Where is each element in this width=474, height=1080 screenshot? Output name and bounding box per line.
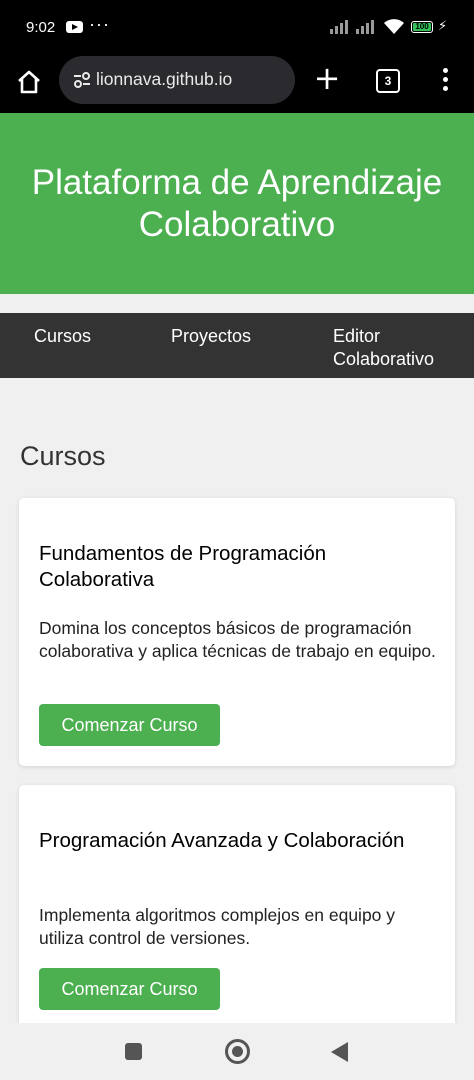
home-circle-icon[interactable] bbox=[225, 1039, 250, 1064]
course-card: Fundamentos de Programación Colaborativa… bbox=[19, 498, 455, 766]
course-title: Fundamentos de Programación Colaborativa bbox=[39, 542, 327, 591]
page-title: Plataforma de Aprendizaje Colaborativo bbox=[31, 162, 443, 244]
nav-link-editor-colaborativo[interactable]: Editor Colaborativo bbox=[333, 325, 453, 371]
start-course-button[interactable]: Comenzar Curso bbox=[39, 968, 220, 1010]
battery-icon: 100 bbox=[411, 21, 433, 33]
url-text: lionnava.github.io bbox=[96, 69, 233, 89]
tab-switcher-icon[interactable]: 3 bbox=[376, 69, 400, 93]
recents-square-icon[interactable] bbox=[125, 1043, 142, 1060]
status-bar: 9:02 ··· 100 ⚡ bbox=[0, 0, 474, 55]
course-description: Implementa algoritmos complejos en equip… bbox=[39, 905, 396, 948]
back-triangle-icon[interactable] bbox=[331, 1042, 348, 1062]
status-time: 9:02 bbox=[26, 19, 56, 36]
charging-icon: ⚡ bbox=[438, 18, 448, 33]
battery-level: 100 bbox=[413, 23, 431, 31]
signal-icon bbox=[356, 20, 374, 34]
overflow-menu-icon[interactable] bbox=[436, 68, 454, 94]
youtube-icon bbox=[66, 21, 83, 33]
site-nav: Cursos Proyectos Editor Colaborativo bbox=[0, 313, 474, 378]
start-course-button[interactable]: Comenzar Curso bbox=[39, 704, 220, 746]
system-nav-bar bbox=[0, 1023, 474, 1080]
nav-link-proyectos[interactable]: Proyectos bbox=[171, 325, 251, 348]
new-tab-plus-icon[interactable]: + bbox=[313, 62, 341, 94]
browser-toolbar: lionnava.github.io + 3 bbox=[0, 55, 474, 113]
nav-link-cursos[interactable]: Cursos bbox=[34, 325, 91, 348]
home-icon[interactable] bbox=[14, 67, 44, 97]
course-description: Domina los conceptos básicos de programa… bbox=[39, 618, 436, 661]
site-header: Plataforma de Aprendizaje Colaborativo bbox=[0, 113, 474, 294]
signal-icon bbox=[330, 20, 348, 34]
course-card: Programación Avanzada y Colaboración Imp… bbox=[19, 785, 455, 1045]
wifi-icon bbox=[384, 19, 404, 34]
more-dots-icon: ··· bbox=[89, 14, 110, 34]
site-settings-icon[interactable] bbox=[73, 72, 91, 88]
course-title: Programación Avanzada y Colaboración bbox=[39, 829, 405, 852]
address-bar[interactable]: lionnava.github.io bbox=[59, 56, 295, 104]
section-title: Cursos bbox=[20, 441, 106, 471]
